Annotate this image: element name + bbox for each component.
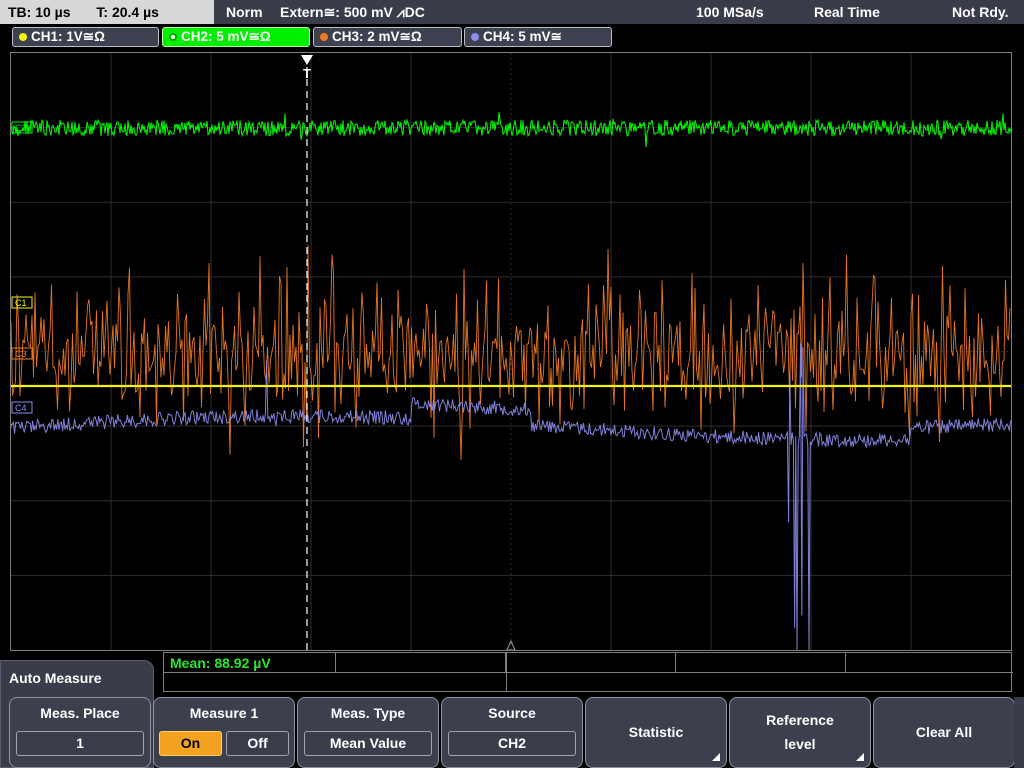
reference-label-line1: Reference	[766, 712, 834, 728]
statistic-softkey[interactable]: Statistic	[585, 697, 727, 768]
ch3-marker-label: C3	[15, 349, 27, 359]
channel-tab-ch2[interactable]: CH2: 5 mV≅Ω	[162, 27, 310, 47]
trigger-marker-label: T	[303, 66, 311, 81]
measurement-results: Mean: 88.92 µV	[163, 652, 1013, 692]
meas-cell-3	[506, 653, 676, 673]
ch1-label: CH1: 1V≅Ω	[31, 29, 105, 44]
waveform-display[interactable]: T C2 C1 C3 C4	[10, 52, 1012, 651]
meas-place-value[interactable]: 1	[16, 731, 144, 756]
timebase-box[interactable]: TB: 10 µs T: 20.4 µs	[0, 0, 214, 24]
ch4-marker-label: C4	[15, 403, 27, 413]
source-label: Source	[488, 705, 536, 721]
status-bar: TB: 10 µs T: 20.4 µs Norm Extern≅: 500 m…	[0, 0, 1024, 24]
ch2-marker-label: C2	[15, 123, 27, 133]
ch4-label: CH4: 5 mV≅	[483, 29, 562, 44]
acquisition-mode-text[interactable]: Real Time	[814, 0, 880, 24]
ch2-dot-icon	[169, 33, 177, 41]
ch4-offset-marker[interactable]: C4	[11, 401, 33, 414]
trigger-mode-text[interactable]: Norm	[226, 0, 263, 24]
ch3-label: CH3: 2 mV≅Ω	[332, 29, 422, 44]
meas-divider	[506, 653, 507, 691]
measure-toggle-softkey[interactable]: Measure 1 On Off	[153, 697, 295, 768]
submenu-corner-icon	[856, 753, 864, 761]
trigger-time-text: T: 20.4 µs	[96, 4, 159, 20]
ch2-label: CH2: 5 mV≅Ω	[181, 29, 271, 44]
meas-cell-2	[336, 653, 506, 673]
reference-level-softkey[interactable]: Reference level	[729, 697, 871, 768]
source-value[interactable]: CH2	[448, 731, 576, 756]
sample-rate-text[interactable]: 100 MSa/s	[696, 0, 764, 24]
clear-all-softkey[interactable]: Clear All	[873, 697, 1015, 768]
meas-type-value[interactable]: Mean Value	[304, 731, 432, 756]
reference-label-line2: level	[784, 736, 816, 752]
ch2-trace	[11, 112, 1011, 148]
statistic-label: Statistic	[628, 724, 684, 740]
meas-type-label: Meas. Type	[330, 705, 406, 721]
ch1-offset-marker[interactable]: C1	[11, 296, 33, 309]
waveform-svg: T C2 C1 C3 C4	[11, 53, 1011, 650]
channel-tab-ch4[interactable]: CH4: 5 mV≅	[464, 27, 612, 47]
clear-all-label: Clear All	[915, 724, 973, 740]
source-softkey[interactable]: Source CH2	[441, 697, 583, 768]
meas-cell-5	[846, 653, 1013, 673]
meas-type-softkey[interactable]: Meas. Type Mean Value	[297, 697, 439, 768]
channel-tab-ch3[interactable]: CH3: 2 mV≅Ω	[313, 27, 462, 47]
measure-off-option[interactable]: Off	[226, 731, 289, 756]
ch1-dot-icon	[19, 33, 27, 41]
measure-on-option[interactable]: On	[159, 731, 222, 756]
ch1-marker-label: C1	[15, 298, 27, 308]
ch3-offset-marker[interactable]: C3	[11, 347, 33, 360]
menu-title-text: Auto Measure	[9, 670, 102, 686]
meas-cell-4	[676, 653, 846, 673]
submenu-corner-icon	[712, 753, 720, 761]
ch3-dot-icon	[320, 33, 328, 41]
channel-tab-ch1[interactable]: CH1: 1V≅Ω	[12, 27, 159, 47]
trigger-source-text[interactable]: Extern≅: 500 mV ⩘DC	[280, 0, 425, 24]
mean-measurement-value: Mean: 88.92 µV	[170, 655, 271, 671]
menu-scroll-edge	[1014, 697, 1024, 768]
channel-bar: CH1: 1V≅Ω CH2: 5 mV≅Ω CH3: 2 mV≅Ω CH4: 5…	[0, 24, 1024, 50]
trigger-state-text: Not Rdy.	[952, 4, 1009, 20]
meas-place-label: Meas. Place	[40, 705, 120, 721]
meas-place-softkey[interactable]: Meas. Place 1	[9, 697, 151, 768]
ch4-dot-icon	[471, 33, 479, 41]
measure-toggle-label: Measure 1	[189, 705, 259, 721]
timebase-text: TB: 10 µs	[8, 4, 71, 20]
